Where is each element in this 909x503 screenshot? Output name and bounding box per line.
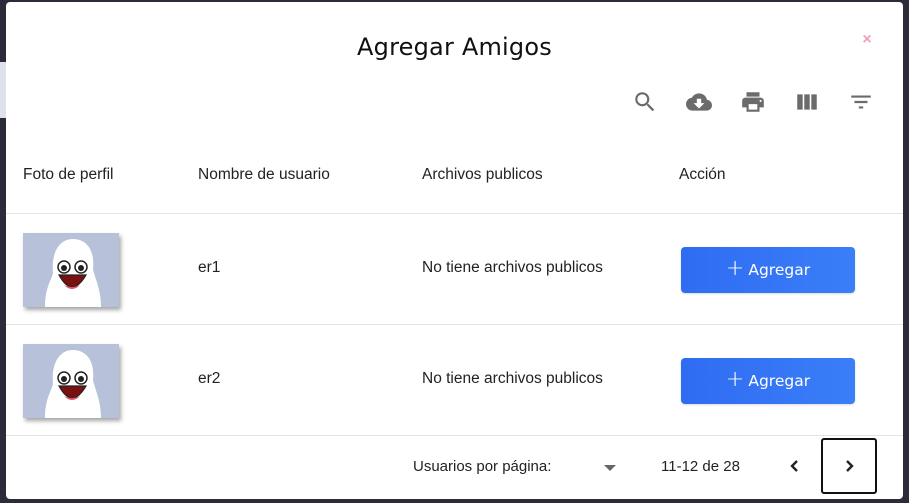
- add-button-label: Agregar: [748, 261, 811, 279]
- print-icon[interactable]: [726, 87, 780, 117]
- rows-per-page-label: Usuarios por página:: [413, 458, 552, 475]
- pagination: Usuarios por página: 11-12 de 28: [6, 436, 903, 499]
- close-icon[interactable]: ×: [859, 32, 875, 48]
- plus-icon: +: [725, 256, 745, 281]
- add-friend-button[interactable]: + Agregar: [681, 358, 855, 404]
- cloud-download-icon[interactable]: [672, 87, 726, 117]
- header-photo[interactable]: Foto de perfil: [23, 166, 113, 184]
- files-cell: No tiene archivos publicos: [422, 259, 603, 276]
- page-range: 11-12 de 28: [661, 458, 740, 475]
- modal-title: Agregar Amigos: [357, 33, 552, 61]
- filter-icon[interactable]: [834, 87, 888, 117]
- avatar: [23, 233, 119, 307]
- plus-icon: +: [725, 367, 745, 392]
- rows-per-page-dropdown-icon[interactable]: [604, 465, 616, 471]
- header-username[interactable]: Nombre de usuario: [198, 166, 330, 184]
- chevron-right-icon: [846, 460, 854, 472]
- files-cell: No tiene archivos publicos: [422, 370, 603, 387]
- search-icon[interactable]: [618, 87, 672, 117]
- add-friend-button[interactable]: + Agregar: [681, 247, 855, 293]
- table-toolbar: [618, 87, 888, 117]
- table-header: Foto de perfil Nombre de usuario Archivo…: [6, 162, 903, 214]
- avatar: [23, 344, 119, 418]
- next-page-button[interactable]: [821, 438, 877, 494]
- view-columns-icon[interactable]: [780, 87, 834, 117]
- username-cell: er1: [198, 259, 221, 276]
- header-files[interactable]: Archivos publicos: [422, 166, 543, 184]
- header-action[interactable]: Acción: [679, 166, 726, 184]
- add-friends-modal: Agregar Amigos × Foto de perfil Nombre d…: [6, 2, 903, 499]
- table-row: er1 No tiene archivos publicos + Agregar: [6, 214, 903, 325]
- previous-page-button[interactable]: [780, 450, 810, 482]
- add-button-label: Agregar: [748, 372, 811, 390]
- table-row: er2 No tiene archivos publicos + Agregar: [6, 325, 903, 436]
- chevron-left-icon: [790, 460, 798, 472]
- username-cell: er2: [198, 370, 221, 387]
